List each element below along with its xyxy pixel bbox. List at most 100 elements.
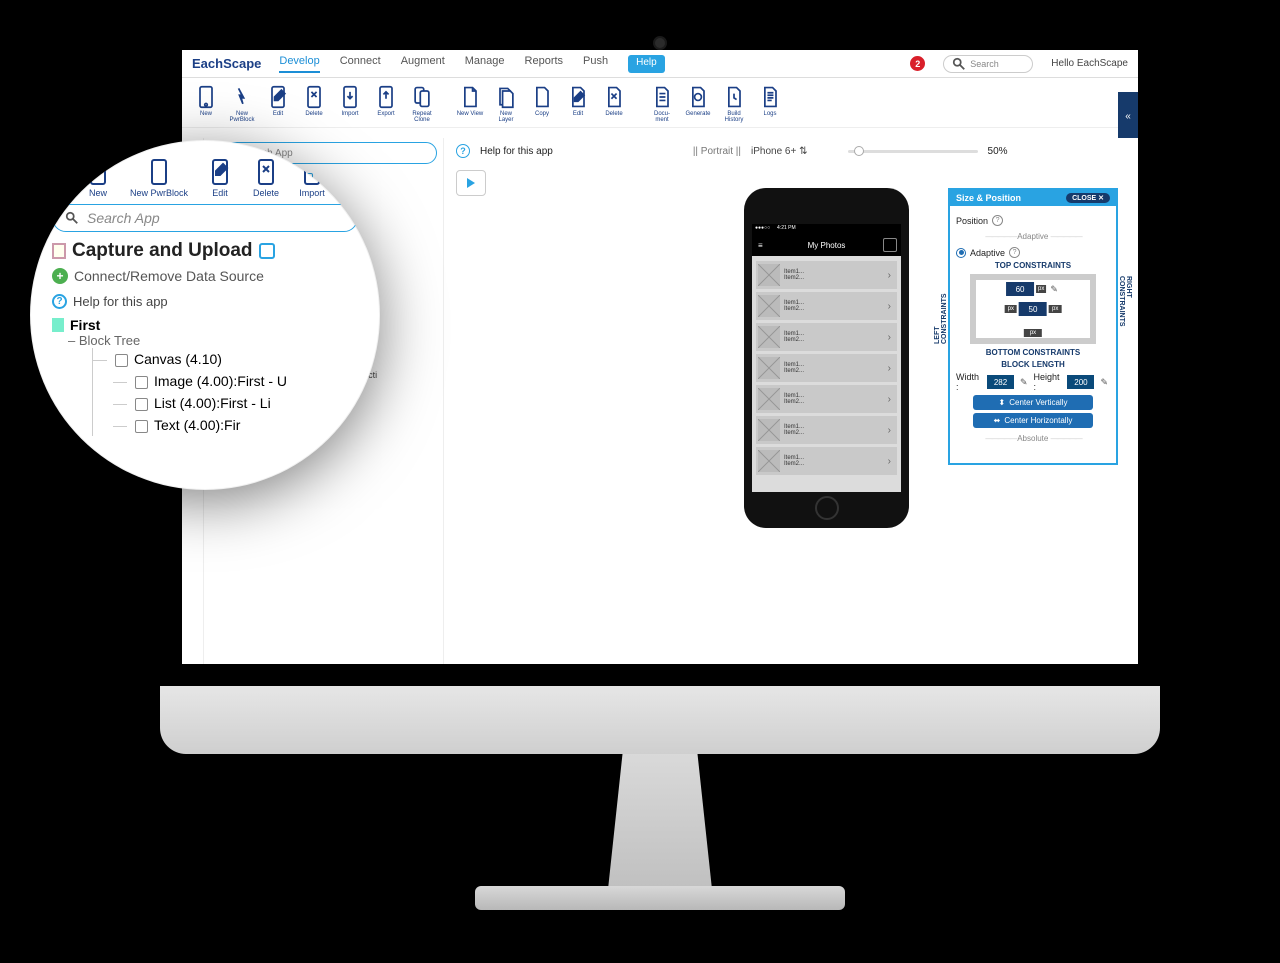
phone-list-item[interactable]: Item1...Item2...›	[756, 354, 897, 382]
chevron-right-icon: ›	[888, 363, 891, 374]
lens-tool-edit[interactable]: Edit	[206, 158, 234, 198]
lens-tree-text[interactable]: Text (4.00):Fir	[113, 414, 358, 436]
lens-app-title[interactable]: Capture and Upload	[52, 240, 358, 262]
tool-export[interactable]: Export	[372, 84, 400, 123]
panel-close-button[interactable]: CLOSE ✕	[1066, 193, 1110, 203]
mid-constraint-input[interactable]: 50	[1019, 302, 1047, 316]
tool-new[interactable]: New	[192, 84, 220, 123]
nav-augment[interactable]: Augment	[401, 55, 445, 73]
edit-icon[interactable]: ✎	[1100, 377, 1108, 388]
tool-new-view[interactable]: New View	[456, 84, 484, 123]
bottom-constraints-label: BOTTOM CONSTRAINTS	[956, 348, 1110, 357]
help-icon[interactable]: ?	[992, 215, 1003, 226]
center-vertically-button[interactable]: ⬍Center Vertically	[973, 395, 1093, 410]
nav-manage[interactable]: Manage	[465, 55, 505, 73]
zoom-slider[interactable]	[848, 150, 978, 153]
block-length-label: BLOCK LENGTH	[956, 360, 1110, 369]
phone-list-item[interactable]: Item1...Item2...›	[756, 323, 897, 351]
canvas-help-text[interactable]: Help for this app	[480, 146, 553, 157]
tool-view-edit[interactable]: Edit	[564, 84, 592, 123]
chevron-right-icon: ›	[888, 394, 891, 405]
search-icon	[65, 211, 79, 225]
checkbox-icon[interactable]	[115, 354, 128, 367]
height-input[interactable]: 200	[1067, 375, 1094, 389]
checkbox-icon[interactable]	[135, 376, 148, 389]
width-label: Width :	[956, 372, 983, 392]
phone-list-item[interactable]: Item1...Item2...›	[756, 447, 897, 475]
page-icon	[52, 318, 64, 332]
phone-camera-icon[interactable]	[883, 238, 897, 252]
greeting: Hello EachScape	[1051, 58, 1128, 69]
tool-copy[interactable]: Copy	[528, 84, 556, 123]
phone-back-icon[interactable]: ≡	[758, 241, 763, 250]
thumb-icon	[758, 388, 780, 410]
tool-new-layer[interactable]: New Layer	[492, 84, 520, 123]
zoom-thumb[interactable]	[854, 146, 864, 156]
nav-reports[interactable]: Reports	[525, 55, 564, 73]
checkbox-icon[interactable]	[135, 420, 148, 433]
lens-tree-first[interactable]: First	[52, 317, 358, 333]
collapse-panel-button[interactable]: «	[1118, 92, 1138, 140]
phone-list-item[interactable]: Item1...Item2...›	[756, 416, 897, 444]
play-icon	[467, 178, 475, 188]
phone-list-item[interactable]: Item1...Item2...›	[756, 261, 897, 289]
lens-tool-delete[interactable]: Delete	[252, 158, 280, 198]
checkbox-icon[interactable]	[135, 398, 148, 411]
device-select[interactable]: iPhone 6+ ⇅	[751, 146, 808, 157]
adaptive-radio[interactable]: Adaptive ?	[956, 247, 1110, 258]
tool-document[interactable]: Docu-ment	[648, 84, 676, 123]
lens-search[interactable]: Search App	[52, 204, 358, 232]
lens-tree-canvas[interactable]: Canvas (4.10)	[93, 348, 358, 370]
lens-block-tree-label[interactable]: – Block Tree	[68, 333, 358, 348]
phone-list: Item1...Item2...› Item1...Item2...› Item…	[752, 256, 901, 480]
tool-repeat-clone[interactable]: Repeat Clone	[408, 84, 436, 123]
monitor-chin	[160, 686, 1160, 754]
height-label: Height :	[1034, 372, 1064, 392]
tool-build-history[interactable]: Build History	[720, 84, 748, 123]
lens-tree-image[interactable]: Image (4.00):First - U	[113, 370, 358, 392]
center-horizontally-button[interactable]: ⬌Center Horizontally	[973, 413, 1093, 428]
width-input[interactable]: 282	[987, 375, 1014, 389]
help-icon[interactable]: ?	[1009, 247, 1020, 258]
help-icon[interactable]: ?	[456, 144, 470, 158]
lens-search-placeholder: Search App	[87, 210, 160, 226]
chevron-right-icon: ›	[888, 301, 891, 312]
nav-push[interactable]: Push	[583, 55, 608, 73]
tool-view-delete[interactable]: Delete	[600, 84, 628, 123]
tool-logs[interactable]: Logs	[756, 84, 784, 123]
thumb-icon	[758, 295, 780, 317]
tool-edit[interactable]: Edit	[264, 84, 292, 123]
left-constraints-label: LEFT CONSTRAINTS	[934, 278, 948, 344]
lens-help[interactable]: ? Help for this app	[52, 294, 358, 309]
lens-connect-datasource[interactable]: + Connect/Remove Data Source	[52, 268, 358, 284]
top-constraints-label: TOP CONSTRAINTS	[956, 261, 1110, 270]
tool-import[interactable]: Import	[336, 84, 364, 123]
lens-tree-list[interactable]: List (4.00):First - Li	[113, 392, 358, 414]
phone-list-item[interactable]: Item1...Item2...›	[756, 292, 897, 320]
chevron-right-icon: ›	[888, 270, 891, 281]
tool-delete[interactable]: Delete	[300, 84, 328, 123]
chevron-right-icon: ›	[888, 332, 891, 343]
chevron-right-icon: ›	[888, 425, 891, 436]
canvas-header: ? Help for this app || Portrait || iPhon…	[444, 138, 1138, 164]
phone-list-item[interactable]: Item1...Item2...›	[756, 385, 897, 413]
nav-connect[interactable]: Connect	[340, 55, 381, 73]
zoom-value: 50%	[988, 146, 1008, 157]
play-button[interactable]	[456, 170, 486, 196]
nav-help-button[interactable]: Help	[628, 55, 665, 73]
tool-new-pwrblock[interactable]: New PwrBlock	[228, 84, 256, 123]
edit-icon[interactable]: ✎	[1050, 284, 1058, 295]
lens-tool-new[interactable]: New	[84, 158, 112, 198]
lens-tool-pwrblock[interactable]: New PwrBlock	[130, 158, 188, 198]
edit-icon[interactable]: ✎	[1020, 377, 1028, 388]
nav-develop[interactable]: Develop	[279, 55, 319, 73]
global-search[interactable]: Search	[943, 55, 1033, 73]
phone-home-button[interactable]	[815, 496, 839, 520]
top-constraint-input[interactable]: 60	[1006, 282, 1034, 296]
search-icon	[952, 57, 966, 71]
panel-header: Size & Position CLOSE ✕	[950, 190, 1116, 206]
tool-generate[interactable]: Generate	[684, 84, 712, 123]
constraints-box: 60 px ✎ px 50 px	[970, 274, 1096, 344]
position-row: Position ?	[956, 215, 1110, 226]
notification-badge[interactable]: 2	[910, 56, 925, 71]
